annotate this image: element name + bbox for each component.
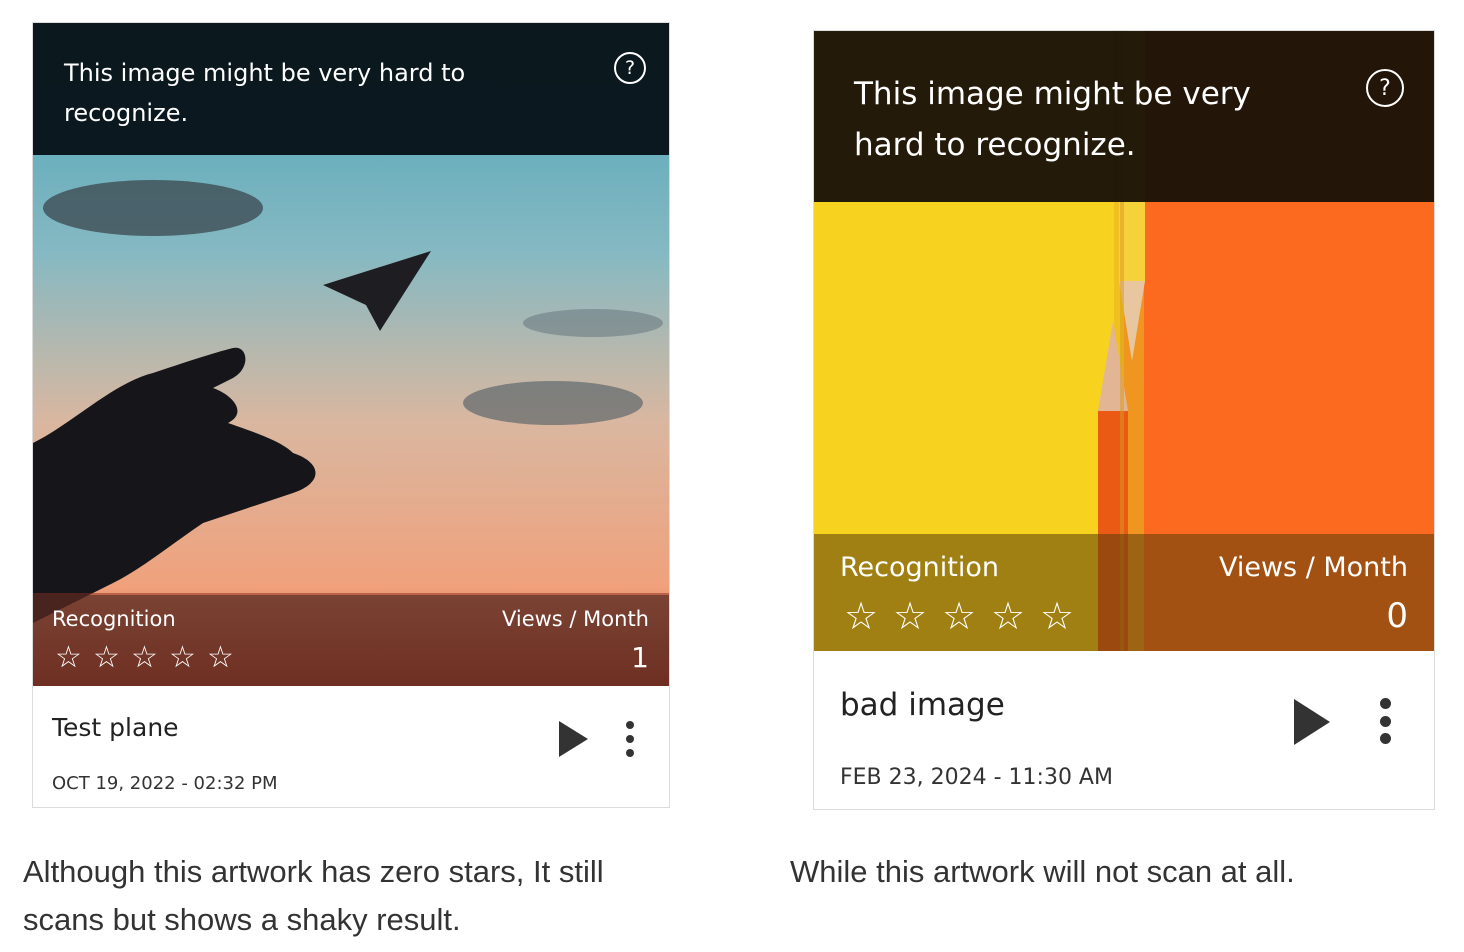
help-icon[interactable]: ? [1366,69,1404,107]
star-empty-icon: ☆ [1040,596,1075,638]
caption-left: Although this artwork has zero stars, It… [23,854,604,937]
kebab-menu-icon[interactable] [623,721,637,757]
star-empty-icon: ☆ [942,596,977,638]
star-empty-icon: ☆ [131,641,158,674]
star-rating: ☆ ☆ ☆ ☆ ☆ [844,598,1089,636]
star-empty-icon: ☆ [893,596,928,638]
recognition-label: Recognition [840,552,999,583]
recognition-stats-bar: Recognition ☆ ☆ ☆ ☆ ☆ Views / Month 0 [814,534,1434,651]
artwork-card[interactable]: This image might be very hard to recogni… [813,30,1435,810]
play-icon[interactable] [559,721,588,757]
kebab-menu-icon[interactable] [1378,698,1392,744]
recognition-stats-bar: Recognition ☆ ☆ ☆ ☆ ☆ Views / Month 1 [33,595,669,686]
caption-right: While this artwork will not scan at all. [790,854,1295,889]
star-empty-icon: ☆ [844,596,879,638]
warning-text: This image might be very hard to recogni… [64,59,466,127]
views-per-month-label: Views / Month [1218,552,1408,583]
star-empty-icon: ☆ [207,641,234,674]
recognition-warning-banner: This image might be very hard to recogni… [33,23,669,155]
help-icon[interactable]: ? [614,52,646,84]
views-per-month-label: Views / Month [501,607,649,631]
views-per-month-value: 1 [631,641,649,674]
play-icon[interactable] [1294,699,1330,745]
star-rating: ☆ ☆ ☆ ☆ ☆ [55,643,245,673]
star-empty-icon: ☆ [93,641,120,674]
artwork-title: bad image [840,687,1005,723]
warning-text: This image might be very hard to recogni… [854,76,1251,163]
recognition-label: Recognition [52,607,176,631]
star-empty-icon: ☆ [169,641,196,674]
views-per-month-value: 0 [1386,596,1408,636]
star-empty-icon: ☆ [55,641,82,674]
recognition-warning-banner: This image might be very hard to recogni… [814,31,1434,202]
artwork-date: FEB 23, 2024 - 11:30 AM [840,765,1113,790]
artwork-date: OCT 19, 2022 - 02:32 PM [52,773,278,794]
star-empty-icon: ☆ [991,596,1026,638]
artwork-title: Test plane [52,713,179,742]
artwork-card[interactable]: This image might be very hard to recogni… [32,22,670,808]
